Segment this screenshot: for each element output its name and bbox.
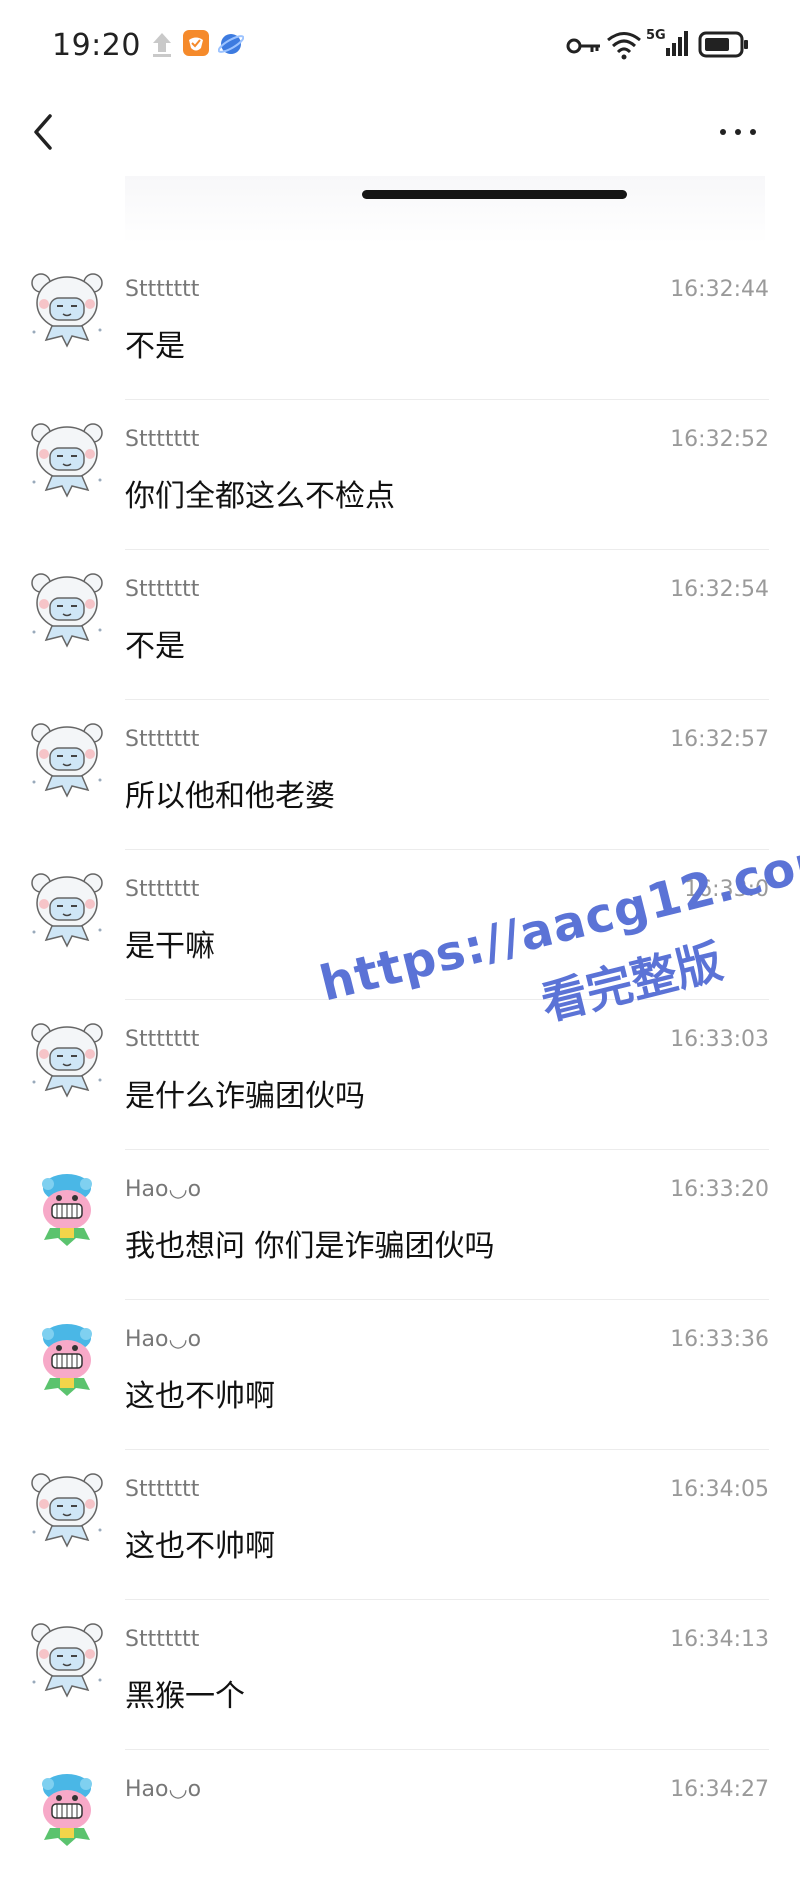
more-dot — [735, 129, 741, 135]
sender-name: Sttttttt — [125, 1477, 200, 1502]
nav-bar — [0, 92, 800, 174]
message-item[interactable]: Sttttttt 16:32:44 不是 — [0, 250, 800, 400]
browser-app-icon — [217, 31, 245, 61]
chevron-left-icon — [34, 114, 52, 150]
message-item[interactable]: Sttttttt 16:32:52 你们全都这么不检点 — [0, 400, 800, 550]
network-type-label: 5G — [646, 28, 666, 43]
more-options-button[interactable] — [714, 108, 764, 156]
bear-avatar[interactable] — [28, 1020, 106, 1098]
sender-name: Sttttttt — [125, 1627, 200, 1652]
message-timestamp: 16:32:54 — [670, 577, 769, 602]
message-timestamp: 16:32:44 — [670, 277, 769, 302]
message-text[interactable]: 这也不帅啊 — [125, 1371, 275, 1415]
bear-avatar[interactable] — [28, 570, 106, 648]
more-horizontal-icon — [720, 129, 726, 135]
sender-name: Hao◡o — [125, 1177, 202, 1202]
sender-name: Sttttttt — [125, 277, 200, 302]
sender-name: Hao◡o — [125, 1777, 202, 1802]
sender-name: Sttttttt — [125, 1027, 200, 1052]
shield-app-icon — [182, 29, 210, 61]
sea-creature-avatar[interactable] — [28, 1170, 106, 1248]
sender-name: Sttttttt — [125, 577, 200, 602]
bear-avatar[interactable] — [28, 1620, 106, 1698]
bear-avatar[interactable] — [28, 420, 106, 498]
status-time: 19:20 — [52, 28, 141, 63]
message-item[interactable]: Sttttttt 16:33:03 是什么诈骗团伙吗 — [0, 1000, 800, 1150]
bear-avatar[interactable] — [28, 870, 106, 948]
upload-arrow-icon — [150, 30, 174, 62]
sender-name: Sttttttt — [125, 877, 200, 902]
message-item[interactable]: Hao◡o 16:33:36 这也不帅啊 — [0, 1300, 800, 1450]
sender-name: Sttttttt — [125, 727, 200, 752]
message-item[interactable]: Sttttttt 16:34:13 黑猴一个 — [0, 1600, 800, 1750]
sea-creature-avatar[interactable] — [28, 1770, 106, 1848]
message-text[interactable]: 这也不帅啊 — [125, 1521, 275, 1565]
bear-avatar[interactable] — [28, 270, 106, 348]
message-timestamp: 16:34:13 — [670, 1627, 769, 1652]
bear-avatar[interactable] — [28, 1470, 106, 1548]
key-icon — [566, 36, 602, 60]
message-text[interactable]: 我也想问 你们是诈骗团伙吗 — [125, 1221, 495, 1265]
message-list[interactable]: Sttttttt 16:32:44 不是 Sttttttt 16:32:52 你们全都这… — [0, 250, 800, 1900]
message-timestamp: 16:34:05 — [670, 1477, 769, 1502]
message-text[interactable]: 是干嘛 — [125, 921, 215, 965]
wifi-icon — [606, 30, 642, 64]
message-item[interactable]: Sttttttt 16:34:05 这也不帅啊 — [0, 1450, 800, 1600]
message-timestamp: 16:32:52 — [670, 427, 769, 452]
drag-handle[interactable] — [362, 190, 627, 199]
message-text[interactable]: 你们全都这么不检点 — [125, 471, 395, 515]
message-item[interactable]: Hao◡o 16:34:27 — [0, 1750, 800, 1900]
sender-name: Hao◡o — [125, 1327, 202, 1352]
message-item[interactable]: Hao◡o 16:33:20 我也想问 你们是诈骗团伙吗 — [0, 1150, 800, 1300]
message-timestamp: 16:33:0 — [684, 877, 769, 902]
message-timestamp: 16:32:57 — [670, 727, 769, 752]
message-item[interactable]: Sttttttt 16:32:57 所以他和他老婆 — [0, 700, 800, 850]
message-text[interactable]: 不是 — [125, 321, 185, 365]
message-timestamp: 16:33:20 — [670, 1177, 769, 1202]
message-timestamp: 16:33:36 — [670, 1327, 769, 1352]
message-timestamp: 16:34:27 — [670, 1777, 769, 1802]
more-dot — [750, 129, 756, 135]
battery-icon — [698, 31, 750, 63]
cellular-signal-icon: 5G — [646, 28, 690, 62]
message-text[interactable]: 黑猴一个 — [125, 1671, 245, 1715]
sender-name: Sttttttt — [125, 427, 200, 452]
bear-avatar[interactable] — [28, 720, 106, 798]
status-bar: 19:20 5G — [0, 0, 800, 92]
message-item[interactable]: Sttttttt 16:32:54 不是 — [0, 550, 800, 700]
message-text[interactable]: 所以他和他老婆 — [125, 771, 335, 815]
message-timestamp: 16:33:03 — [670, 1027, 769, 1052]
sea-creature-avatar[interactable] — [28, 1320, 106, 1398]
message-item[interactable]: Sttttttt 16:33:0 是干嘛 — [0, 850, 800, 1000]
sheet-header — [125, 176, 765, 244]
message-text[interactable]: 不是 — [125, 621, 185, 665]
message-text[interactable]: 是什么诈骗团伙吗 — [125, 1071, 365, 1115]
back-button[interactable] — [26, 108, 66, 156]
